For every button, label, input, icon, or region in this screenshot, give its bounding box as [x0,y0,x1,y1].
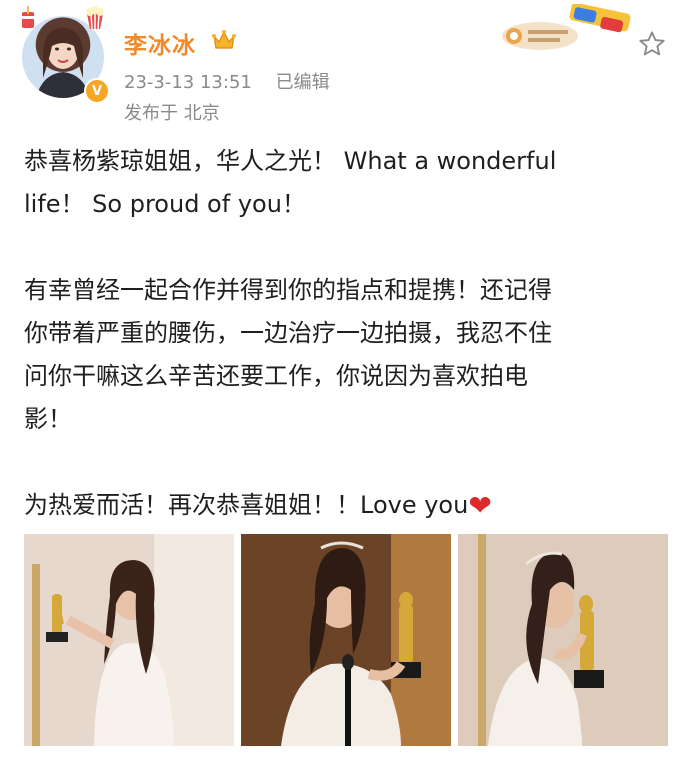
post-line: 你带着严重的腰伤，一边治疗一边拍摄，我忍不住 [24,319,552,347]
popcorn-icon [86,6,104,30]
photo-3[interactable] [458,534,668,746]
post-timestamp: 23-3-13 13:51 [124,72,252,93]
post-line: 恭喜杨紫琼姐姐，华人之光！ What a wonderful [24,147,557,175]
username[interactable]: 李冰冰 [124,26,196,60]
avatar[interactable]: V [18,6,110,104]
post-line: 问你干嘛这么辛苦还要工作，你说因为喜欢拍电 [24,362,528,390]
3d-glasses-badge-icon [502,4,631,50]
edited-label: 已编辑 [275,72,330,93]
crown-icon [212,30,236,49]
post-location: 发布于 北京 [124,103,220,124]
post-header: V 李冰冰 23-3-13 13:51 已编辑 发布于 北京 [0,0,690,140]
post-line-last: 为热爱而活！再次恭喜姐姐！！Love you❤ [24,484,674,527]
soda-cup-icon [22,6,34,28]
post-line: life！ So proud of you！ [24,190,306,218]
photo-1[interactable] [24,534,234,746]
post-meta: 23-3-13 13:51 已编辑 [124,68,348,94]
star-icon[interactable] [638,30,666,58]
verified-badge: V [84,78,110,104]
photo-2[interactable] [241,534,451,746]
post-line-text: 为热爱而活！再次恭喜姐姐！！Love you [24,491,469,519]
photo-grid [0,534,690,750]
post-line: 影！ [24,405,72,433]
post-line: 有幸曾经一起合作并得到你的指点和提携！还记得 [24,276,552,304]
post-body: 恭喜杨紫琼姐姐，华人之光！ What a wonderful life！ So … [24,140,674,527]
heart-icon: ❤ [468,489,492,522]
